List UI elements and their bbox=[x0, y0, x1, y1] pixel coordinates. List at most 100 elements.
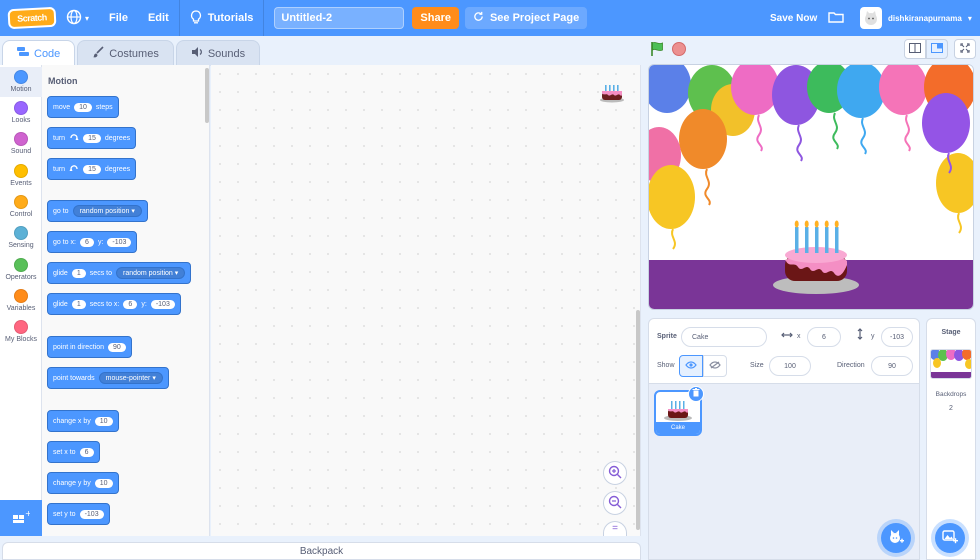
file-menu[interactable]: File bbox=[99, 0, 138, 36]
block-input[interactable]: 6 bbox=[79, 447, 94, 457]
choose-backdrop-button[interactable] bbox=[935, 523, 965, 553]
zoom-out-button[interactable] bbox=[603, 491, 627, 515]
change-y-block[interactable]: change y by 10 bbox=[47, 472, 119, 494]
cat-add-icon bbox=[888, 529, 904, 548]
share-button[interactable]: Share bbox=[412, 7, 459, 29]
glide-to-xy-block[interactable]: glide 1 secs to x: 6 y: -103 bbox=[47, 293, 181, 315]
glide-to-block[interactable]: glide 1 secs to random position ▾ bbox=[47, 262, 192, 284]
tab-costumes[interactable]: Costumes bbox=[77, 40, 174, 66]
delete-sprite-button[interactable] bbox=[688, 386, 704, 402]
see-project-page-button[interactable]: See Project Page bbox=[464, 7, 588, 29]
y-label: y bbox=[871, 333, 875, 340]
block-input[interactable]: 15 bbox=[83, 164, 101, 174]
size-input[interactable]: 100 bbox=[769, 356, 811, 376]
choose-sprite-button[interactable] bbox=[881, 523, 911, 553]
category-label: My Blocks bbox=[5, 336, 37, 343]
category-dot-icon bbox=[14, 132, 28, 146]
block-input[interactable]: 15 bbox=[83, 133, 101, 143]
backdrops-label: Backdrops bbox=[935, 391, 967, 398]
stage-canvas[interactable] bbox=[648, 64, 974, 310]
block-dropdown[interactable]: random position ▾ bbox=[72, 205, 142, 217]
block-text: point in direction bbox=[53, 343, 104, 351]
my-stuff-folder-icon[interactable] bbox=[828, 10, 844, 24]
block-input[interactable]: 6 bbox=[79, 237, 94, 247]
sprite-info-panel: Sprite Cake x 6 y -103 Show Size 100 Dir… bbox=[648, 318, 920, 384]
sprite-name-label: Sprite bbox=[657, 333, 677, 340]
block-input[interactable]: 1 bbox=[71, 268, 86, 278]
script-area-scrollbar[interactable] bbox=[636, 310, 640, 530]
category-looks[interactable]: Looks bbox=[0, 99, 42, 129]
turn-left-block[interactable]: turn 15 degrees bbox=[47, 158, 137, 180]
save-now-button[interactable]: Save Now bbox=[770, 0, 817, 36]
block-dropdown[interactable]: random position ▾ bbox=[115, 267, 186, 279]
menu-divider bbox=[263, 0, 265, 36]
category-operators[interactable]: Operators bbox=[0, 256, 42, 286]
small-stage-button[interactable] bbox=[904, 39, 926, 59]
move-steps-block[interactable]: move 10 steps bbox=[47, 96, 119, 118]
category-sensing[interactable]: Sensing bbox=[0, 224, 42, 254]
globe-icon bbox=[66, 9, 82, 28]
project-title-input[interactable] bbox=[274, 7, 405, 29]
set-x-block[interactable]: set x to 6 bbox=[47, 441, 100, 463]
block-input[interactable]: 6 bbox=[123, 299, 138, 309]
x-position-input[interactable]: 6 bbox=[807, 327, 841, 347]
category-variables[interactable]: Variables bbox=[0, 287, 42, 317]
category-label: Events bbox=[10, 180, 32, 187]
block-text: turn bbox=[53, 134, 66, 142]
equals-icon: = bbox=[612, 523, 618, 534]
category-my-blocks[interactable]: My Blocks bbox=[0, 318, 42, 348]
block-input[interactable]: -103 bbox=[107, 237, 132, 247]
script-area[interactable] bbox=[211, 65, 641, 536]
category-dot-icon bbox=[14, 101, 28, 115]
show-visible-button[interactable] bbox=[679, 355, 703, 377]
tutorials-button[interactable]: Tutorials bbox=[180, 0, 264, 36]
go-to-xy-block[interactable]: go to x: 6 y: -103 bbox=[47, 231, 138, 253]
category-sound[interactable]: Sound bbox=[0, 130, 42, 160]
block-input[interactable]: -103 bbox=[150, 299, 175, 309]
zoom-out-icon bbox=[608, 495, 622, 512]
zoom-in-button[interactable] bbox=[603, 461, 627, 485]
go-to-block[interactable]: go to random position ▾ bbox=[47, 200, 148, 222]
turn-right-block[interactable]: turn 15 degrees bbox=[47, 127, 137, 149]
category-control[interactable]: Control bbox=[0, 193, 42, 223]
block-input[interactable]: -103 bbox=[79, 509, 104, 519]
palette-scrollbar[interactable] bbox=[205, 68, 209, 123]
block-input[interactable]: 90 bbox=[107, 342, 126, 352]
block-input[interactable]: 10 bbox=[94, 416, 113, 426]
direction-input[interactable]: 90 bbox=[871, 356, 913, 376]
sprite-card-label: Cake bbox=[656, 422, 700, 434]
set-y-block[interactable]: set y to -103 bbox=[47, 503, 110, 525]
category-motion[interactable]: Motion bbox=[0, 67, 42, 97]
account-menu[interactable]: dishkiranapurnama ▾ bbox=[860, 0, 972, 36]
sprite-name-input[interactable]: Cake bbox=[681, 327, 767, 347]
category-dot-icon bbox=[14, 289, 28, 303]
block-input[interactable]: 1 bbox=[71, 299, 86, 309]
tab-code[interactable]: Code bbox=[2, 40, 76, 66]
block-input[interactable]: 10 bbox=[94, 478, 113, 488]
scratch-logo[interactable]: Scratch bbox=[7, 6, 57, 30]
block-dropdown[interactable]: mouse-pointer ▾ bbox=[98, 372, 163, 384]
edit-menu[interactable]: Edit bbox=[138, 0, 179, 36]
tab-sounds-label: Sounds bbox=[207, 47, 246, 60]
block-palette: Motion move 10 steps turn 15 degrees tur… bbox=[42, 65, 210, 536]
stop-sign-icon[interactable] bbox=[672, 42, 686, 56]
tutorials-label: Tutorials bbox=[207, 12, 254, 24]
block-text: change x by bbox=[53, 417, 91, 425]
block-input[interactable]: 10 bbox=[74, 102, 92, 112]
backpack[interactable]: Backpack bbox=[2, 542, 641, 560]
y-position-input[interactable]: -103 bbox=[881, 327, 913, 347]
large-stage-button[interactable] bbox=[926, 39, 948, 59]
change-x-block[interactable]: change x by 10 bbox=[47, 410, 119, 432]
point-towards-block[interactable]: point towards mouse-pointer ▾ bbox=[47, 367, 169, 389]
add-extension-button[interactable]: + bbox=[0, 500, 42, 536]
block-text: degrees bbox=[104, 134, 131, 142]
category-events[interactable]: Events bbox=[0, 162, 42, 192]
fullscreen-button[interactable] bbox=[954, 39, 976, 59]
tab-sounds[interactable]: Sounds bbox=[175, 40, 261, 66]
backdrops-count: 2 bbox=[949, 405, 953, 412]
green-flag-icon[interactable] bbox=[650, 41, 666, 60]
point-in-direction-block[interactable]: point in direction 90 bbox=[47, 336, 132, 358]
show-hidden-button[interactable] bbox=[703, 355, 727, 377]
language-menu[interactable]: ▾ bbox=[56, 0, 99, 36]
zoom-in-icon bbox=[608, 465, 622, 482]
